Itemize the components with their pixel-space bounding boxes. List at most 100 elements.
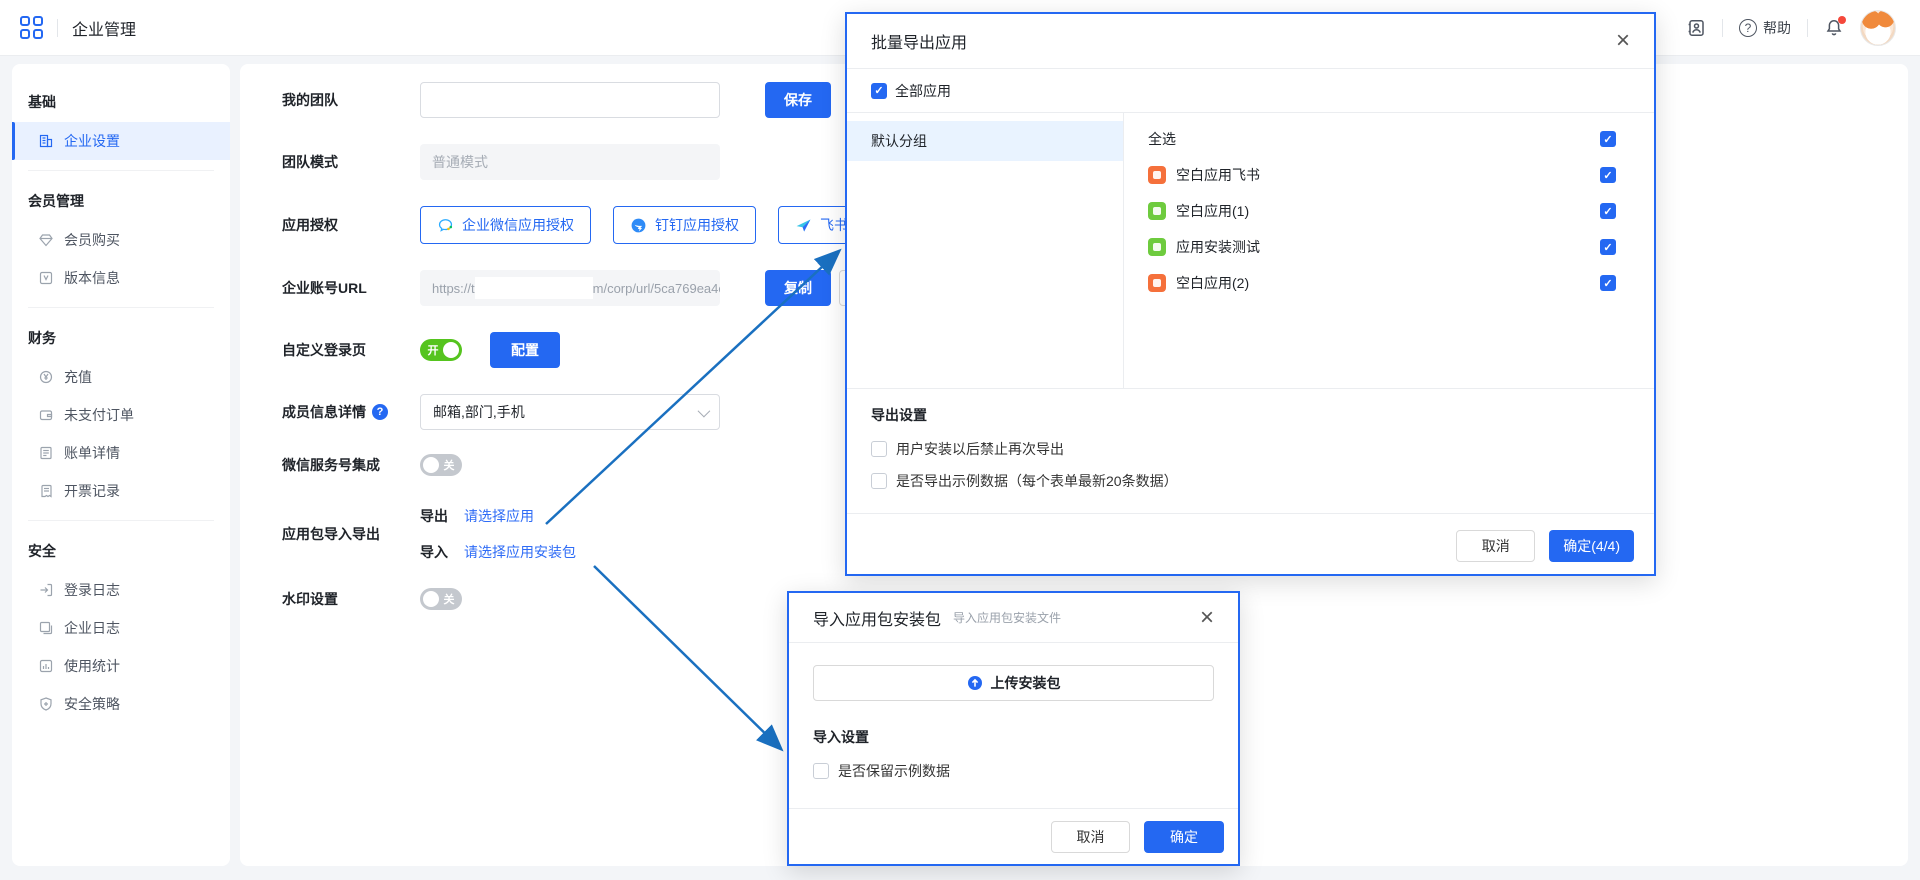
select-all-label: 全选	[1148, 129, 1176, 149]
select-all-row: 全选	[1124, 121, 1654, 157]
confirm-button[interactable]: 确定(4/4)	[1549, 530, 1634, 562]
batch-export-modal: 批量导出应用 × 全部应用 默认分组 全选 空白应用飞书 空白应用(1)	[845, 12, 1656, 576]
app-list-item: 空白应用飞书	[1124, 157, 1654, 193]
app-icon	[1148, 274, 1166, 292]
upload-package-button[interactable]: 上传安装包	[813, 665, 1214, 701]
sidebar-item-usage-stats[interactable]: 使用统计	[12, 647, 230, 685]
app-checkbox[interactable]	[1600, 239, 1616, 255]
help-button[interactable]: ? 帮助	[1739, 18, 1791, 38]
copy-url-button[interactable]: 复制	[765, 270, 831, 306]
sidebar-item-version-info[interactable]: 版本信息	[12, 259, 230, 297]
wechat-work-auth-button[interactable]: 企业微信应用授权	[420, 206, 591, 244]
watermark-label: 水印设置	[282, 589, 420, 609]
import-word: 导入	[420, 542, 448, 562]
version-icon	[38, 270, 54, 286]
app-checkbox[interactable]	[1600, 203, 1616, 219]
select-app-link[interactable]: 请选择应用	[464, 506, 534, 526]
cancel-button[interactable]: 取消	[1051, 821, 1130, 853]
sidebar-section-basic: 基础	[12, 82, 230, 122]
app-icon	[1148, 166, 1166, 184]
group-item-default[interactable]: 默认分组	[847, 121, 1123, 161]
sidebar-item-label: 企业日志	[64, 618, 120, 638]
sidebar-item-login-logs[interactable]: 登录日志	[12, 571, 230, 609]
wechat-work-icon	[437, 217, 454, 234]
question-icon: ?	[1739, 19, 1757, 37]
toggle-knob	[423, 457, 439, 473]
app-list: 全选 空白应用飞书 空白应用(1) 应用安装测试 空白应用(2)	[1124, 113, 1654, 388]
yuan-coin-icon	[38, 369, 54, 385]
invoice-icon	[38, 483, 54, 499]
close-icon[interactable]: ×	[1616, 29, 1630, 53]
forbid-reexport-label: 用户安装以后禁止再次导出	[896, 439, 1064, 459]
cancel-button[interactable]: 取消	[1456, 530, 1535, 562]
custom-login-toggle[interactable]: 开	[420, 339, 462, 361]
forbid-reexport-checkbox[interactable]	[871, 441, 887, 457]
sidebar-item-enterprise-logs[interactable]: 企业日志	[12, 609, 230, 647]
configure-button[interactable]: 配置	[490, 332, 560, 368]
sidebar-item-enterprise-settings[interactable]: 企业设置	[12, 122, 230, 160]
close-icon[interactable]: ×	[1200, 606, 1214, 630]
select-package-link[interactable]: 请选择应用安装包	[464, 542, 576, 562]
group-label: 默认分组	[871, 131, 927, 151]
dingtalk-icon	[630, 217, 647, 234]
watermark-toggle[interactable]: 关	[420, 588, 462, 610]
sidebar-item-unpaid-orders[interactable]: 未支付订单	[12, 396, 230, 434]
dingtalk-auth-label: 钉钉应用授权	[655, 215, 739, 235]
toggle-on-text: 开	[423, 342, 443, 358]
export-word: 导出	[420, 506, 448, 526]
export-sample-data-checkbox[interactable]	[871, 473, 887, 489]
page-title: 企业管理	[72, 16, 136, 40]
toggle-knob	[423, 591, 439, 607]
wechat-service-toggle[interactable]: 关	[420, 454, 462, 476]
sidebar-item-bill-details[interactable]: 账单详情	[12, 434, 230, 472]
sidebar-item-invoice-records[interactable]: 开票记录	[12, 472, 230, 510]
sidebar-item-label: 充值	[64, 367, 92, 387]
save-button[interactable]: 保存	[765, 82, 831, 118]
divider	[28, 170, 214, 171]
member-info-selected-value: 邮箱,部门,手机	[433, 402, 525, 422]
member-info-select[interactable]: 邮箱,部门,手机	[420, 394, 720, 430]
sidebar-item-member-purchase[interactable]: 会员购买	[12, 221, 230, 259]
apps-grid-icon[interactable]	[20, 16, 43, 39]
wallet-icon	[38, 407, 54, 423]
url-suffix: m/corp/url/5ca769ea4e27...	[593, 281, 720, 296]
sidebar-section-security: 安全	[12, 531, 230, 571]
corp-url-value: https://t m/corp/url/5ca769ea4e27...	[420, 270, 720, 306]
divider	[28, 520, 214, 521]
sidebar-item-security-policy[interactable]: 安全策略	[12, 685, 230, 723]
app-list-item: 应用安装测试	[1124, 229, 1654, 265]
team-mode-label: 团队模式	[282, 152, 420, 172]
help-question-icon[interactable]: ?	[372, 404, 388, 420]
sidebar-item-label: 安全策略	[64, 694, 120, 714]
keep-sample-data-label: 是否保留示例数据	[838, 761, 950, 781]
import-modal-subtitle: 导入应用包安装文件	[953, 609, 1061, 626]
import-package-modal: 导入应用包安装包 导入应用包安装文件 × 上传安装包 导入设置 是否保留示例数据…	[787, 591, 1240, 866]
confirm-button[interactable]: 确定	[1144, 821, 1224, 853]
app-list-item: 空白应用(1)	[1124, 193, 1654, 229]
keep-sample-data-checkbox[interactable]	[813, 763, 829, 779]
custom-login-label: 自定义登录页	[282, 340, 420, 360]
app-checkbox[interactable]	[1600, 167, 1616, 183]
my-team-label: 我的团队	[282, 90, 420, 110]
app-checkbox[interactable]	[1600, 275, 1616, 291]
user-avatar[interactable]	[1860, 10, 1896, 46]
all-apps-checkbox[interactable]	[871, 83, 887, 99]
dingtalk-auth-button[interactable]: 钉钉应用授权	[613, 206, 756, 244]
sidebar-item-recharge[interactable]: 充值	[12, 358, 230, 396]
help-label: 帮助	[1763, 18, 1791, 38]
select-all-checkbox[interactable]	[1600, 131, 1616, 147]
member-info-label-text: 成员信息详情	[282, 402, 366, 422]
corp-url-label: 企业账号URL	[282, 278, 420, 298]
divider	[1807, 19, 1808, 37]
notifications-bell-icon[interactable]	[1824, 18, 1844, 38]
toggle-off-text: 关	[439, 591, 459, 607]
divider	[28, 307, 214, 308]
divider	[1722, 19, 1723, 37]
app-name: 空白应用(2)	[1176, 273, 1249, 293]
building-icon	[38, 133, 54, 149]
sidebar-item-label: 使用统计	[64, 656, 120, 676]
shield-icon	[38, 696, 54, 712]
my-team-input[interactable]	[420, 82, 720, 118]
export-settings-title: 导出设置	[871, 405, 1630, 425]
contacts-icon[interactable]	[1686, 18, 1706, 38]
